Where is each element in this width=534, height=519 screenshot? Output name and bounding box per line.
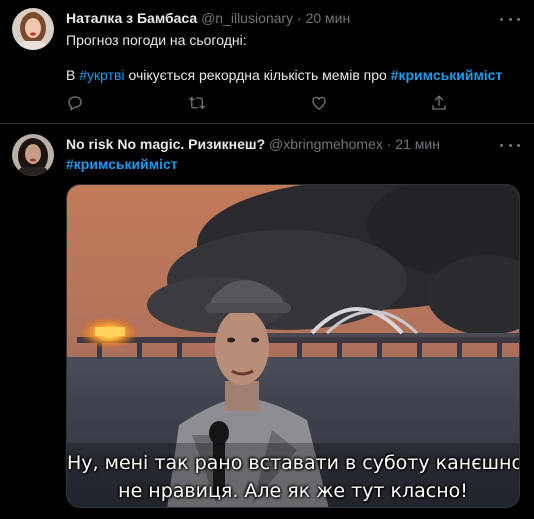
tweet-header: Наталка з Бамбаса @n_illusionary · 20 ми… — [66, 10, 350, 26]
display-name[interactable]: Наталка з Бамбаса — [66, 10, 197, 26]
separator: · — [386, 136, 392, 152]
timestamp[interactable]: 20 мин — [306, 10, 351, 26]
hashtag-ukrtvi[interactable]: #укртві — [79, 67, 124, 83]
more-options-icon[interactable] — [500, 14, 520, 24]
hashtag-krymskyimist[interactable]: #кримськийміст — [66, 156, 178, 172]
tweet-text: #кримськийміст — [66, 155, 178, 174]
more-options-icon[interactable] — [500, 140, 520, 150]
tweet-text-line-2: В #укртві очікується рекордна кількість … — [66, 66, 502, 85]
tweet-header: No risk No magic. Ризикнеш? @xbringmehom… — [66, 136, 440, 152]
text-fragment: В — [66, 67, 80, 83]
avatar[interactable] — [12, 8, 54, 50]
reply-icon[interactable] — [64, 92, 86, 114]
tweet-2[interactable]: No risk No magic. Ризикнеш? @xbringmehom… — [0, 124, 534, 519]
like-icon[interactable] — [308, 92, 330, 114]
handle[interactable]: @n_illusionary — [201, 10, 293, 26]
handle[interactable]: @xbringmehomex — [269, 136, 383, 152]
meme-caption-line-1: Ну, мені так рано вставати в суботу канє… — [67, 452, 520, 474]
timestamp[interactable]: 21 мин — [395, 136, 440, 152]
tweet-1[interactable]: Наталка з Бамбаса @n_illusionary · 20 ми… — [0, 0, 534, 124]
text-fragment: очікується рекордна кількість мемів про — [124, 67, 391, 83]
hashtag-krymskyimist[interactable]: #кримськийміст — [391, 67, 503, 83]
tweet-media-image[interactable]: Ну, мені так рано вставати в суботу канє… — [66, 184, 520, 508]
separator: · — [297, 10, 302, 26]
tweet-actions — [66, 92, 446, 114]
display-name[interactable]: No risk No magic. Ризикнеш? — [66, 136, 265, 152]
share-icon[interactable] — [428, 92, 450, 114]
avatar[interactable] — [12, 134, 54, 176]
meme-caption-line-2: не нравиця. Але як же тут класно! — [118, 480, 468, 502]
tweet-text-line-1: Прогноз погоди на сьогодні: — [66, 32, 247, 48]
retweet-icon[interactable] — [186, 92, 208, 114]
